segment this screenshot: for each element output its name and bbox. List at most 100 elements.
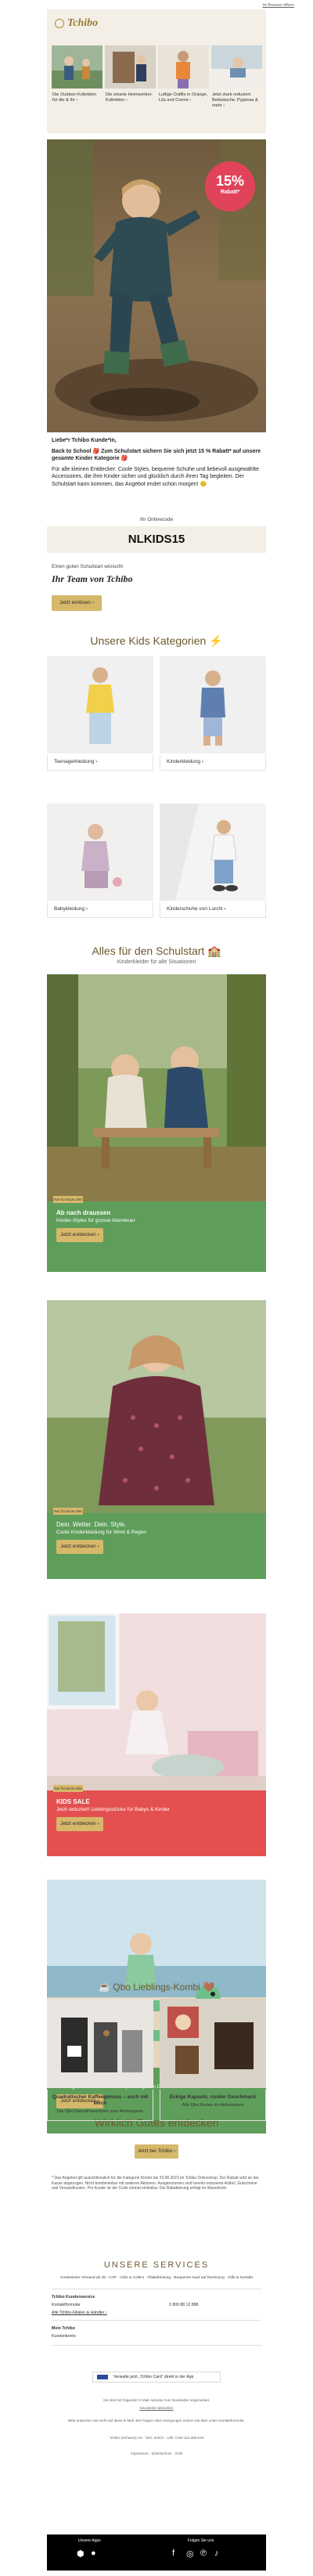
my-tchibo-heading: Mein Tchibo bbox=[52, 2326, 75, 2331]
tchibo-logo-icon bbox=[55, 19, 64, 28]
promo-code: NLKIDS15 bbox=[47, 526, 266, 553]
combi-label: Quadratischer Kaffeegenuss – auch mit Mi… bbox=[47, 2090, 153, 2121]
promo-image bbox=[47, 1300, 266, 1513]
promo-card-sale[interactable]: Nur für kurze Zeit KIDS SALE Jetzt reduz… bbox=[47, 1613, 266, 1856]
kids-clothing-photo bbox=[160, 656, 266, 753]
legal-line: Tchibo (Schweiz) AG · Sitz: Zürich · UID… bbox=[109, 2436, 204, 2440]
promo-discover-button[interactable]: Jetzt entdecken › bbox=[56, 1540, 103, 1554]
divider bbox=[52, 2345, 261, 2346]
combi-label-title: Quadratischer Kaffeegenuss – auch mit Mi… bbox=[52, 2094, 149, 2106]
code-label: Ihr Onlinecode bbox=[139, 517, 174, 522]
promo-tag: Nur für kurze Zeit bbox=[53, 1785, 83, 1792]
header-category-tools[interactable]: Die smarte Heimwerker-Kollektion › bbox=[105, 45, 156, 121]
promo-title: Ab nach draussen bbox=[56, 1209, 111, 1216]
intro-line-1: Back to School 🎒 Zum Schulstart sichern … bbox=[52, 448, 261, 462]
discount-label: Rabatt* bbox=[220, 190, 240, 195]
contact-row: Kontaktformular 0 800 88 12 888 bbox=[52, 2303, 261, 2307]
rain-jacket-photo bbox=[47, 1300, 266, 1513]
kids-category-label: Babykleidung › bbox=[47, 902, 153, 918]
header-category-label: Die smarte Heimwerker-Kollektion › bbox=[106, 92, 153, 103]
header-category-sale[interactable]: Jetzt stark reduziert: Bettwäsche, Pyjam… bbox=[211, 45, 262, 121]
promo-text: Coole Kinderkleidung für Wind & Regen bbox=[56, 1530, 146, 1535]
divider bbox=[52, 2320, 261, 2321]
hero-image[interactable]: 15% Rabatt* bbox=[47, 139, 266, 432]
header-category-label: Jetzt stark reduziert: Bettwäsche, Pyjam… bbox=[212, 92, 258, 108]
kids-category-baby[interactable]: Babykleidung › bbox=[47, 804, 153, 918]
kids-categories-title: Unsere Kids Kategorien ⚡ bbox=[90, 634, 223, 647]
open-in-browser-link[interactable]: Im Browser öffnen bbox=[263, 3, 294, 8]
android-icon[interactable]: ⬢ bbox=[77, 2549, 85, 2559]
tchibo-card-icon bbox=[97, 2375, 108, 2379]
category-photo-icon bbox=[105, 45, 156, 89]
outdoor-kids-photo bbox=[47, 974, 266, 1201]
header-category-outdoor[interactable]: Die Outdoor-Kollektion für die & Ihr › bbox=[52, 45, 103, 121]
unsubscribe-link[interactable]: Newsletter abmelden bbox=[47, 2406, 266, 2411]
combi-label-title: Eckige Kapseln, runder Geschmack bbox=[169, 2094, 257, 2100]
tchibo-logo[interactable]: Tchibo bbox=[55, 17, 117, 31]
promo-image bbox=[47, 1613, 266, 1790]
kids-category-teen[interactable]: Teenagerkleidung › bbox=[47, 656, 153, 771]
kids-shoes-photo bbox=[160, 804, 266, 901]
promo-title: Dein. Wetter. Dein. Style. bbox=[56, 1521, 127, 1528]
stores-link[interactable]: Alle Tchibo-Filialen & Händler › bbox=[52, 2310, 261, 2315]
category-photo-icon bbox=[158, 45, 209, 89]
contact-form-link[interactable]: Kontaktformular bbox=[52, 2303, 81, 2307]
legal-links[interactable]: Impressum · Datenschutz · AGB bbox=[47, 2451, 266, 2456]
facebook-icon[interactable]: f bbox=[172, 2549, 174, 2558]
combi-card[interactable]: Quadratischer Kaffeegenuss – auch mit Mi… bbox=[47, 1999, 153, 2121]
promo-body: KIDS SALE Jetzt reduziert! Lieblingsstüc… bbox=[47, 1790, 266, 1856]
promo-card-outdoor[interactable]: Nur für kurze Zeit Ab nach draussen Kind… bbox=[47, 974, 266, 1272]
promo-title: KIDS SALE bbox=[56, 1798, 90, 1805]
footer-bar: Unsere Apps Folgen Sie uns ⬢ ● f ◎ ℗ ♪ bbox=[47, 2534, 266, 2571]
phone-number[interactable]: 0 800 88 12 888 bbox=[169, 2303, 199, 2307]
closing-text: Einen guten Schulstart wünscht bbox=[52, 564, 124, 569]
combi-label: Eckige Kapseln, runder Geschmack Alle Qbo… bbox=[160, 2090, 266, 2121]
category-photo-icon bbox=[52, 45, 103, 89]
combi-label-sub: Alle Qbo Sorten im Aktionspreis bbox=[182, 2103, 244, 2108]
kids-category-label: Kinderschuhe von Lurchi › bbox=[160, 902, 266, 918]
discount-badge: 15% Rabatt* bbox=[205, 161, 255, 211]
promo-card-weather[interactable]: Nur für kurze Zeit Dein. Wetter. Dein. S… bbox=[47, 1300, 266, 1579]
tchibo-shop-button[interactable]: Jetzt bei Tchibo › bbox=[135, 2144, 178, 2159]
legal-line: Bitte antworten Sie nicht auf diese E-Ma… bbox=[68, 2419, 245, 2422]
legal-line: Sie sind mit folgender E-Mail-Adresse zu… bbox=[103, 2398, 210, 2402]
tiktok-icon[interactable]: ♪ bbox=[214, 2549, 219, 2558]
coffee-machine-photo bbox=[47, 1999, 153, 2088]
kids-category-label: Teenagerkleidung › bbox=[47, 755, 153, 771]
header-category-outfits[interactable]: Luftige Outfits in Orange, Lila und Crem… bbox=[158, 45, 209, 121]
app-banner[interactable]: Verwalte jetzt „Tchibo Card“ direkt in d… bbox=[92, 2372, 221, 2383]
coffee-capsules-photo bbox=[160, 1999, 266, 2088]
header-categories: Die Outdoor-Kollektion für die & Ihr › D… bbox=[52, 45, 262, 121]
promo-discover-button[interactable]: Jetzt entdecken › bbox=[56, 1228, 103, 1242]
kids-category-kids[interactable]: Kinderkleidung › bbox=[160, 656, 266, 771]
teen-clothing-photo bbox=[47, 656, 153, 753]
email-page: Im Browser öffnen Tchibo Die Outdoor-Kol… bbox=[0, 0, 313, 2576]
services-title: UNSERE SERVICES bbox=[103, 2260, 210, 2270]
category-photo-icon bbox=[211, 45, 262, 89]
signature: Ihr Team von Tchibo bbox=[52, 573, 133, 584]
promo-text: Jetzt reduziert! Lieblingsstücke für Bab… bbox=[56, 1807, 170, 1812]
services-links[interactable]: Kostenloser Versand ab 49.- CHF · Click … bbox=[47, 2276, 266, 2280]
combi-title: ☕ Qbo Lieblings-Kombi 🤎 bbox=[99, 1982, 214, 1993]
apple-icon[interactable]: ● bbox=[91, 2549, 96, 2558]
promo-tag: Nur für kurze Zeit bbox=[53, 1196, 83, 1203]
greeting: Liebe*r Tchibo Kunde*in, bbox=[52, 438, 117, 443]
discount-percent: 15% bbox=[215, 173, 245, 189]
promo-body: Dein. Wetter. Dein. Style. Coole Kinderk… bbox=[47, 1513, 266, 1579]
logo-text: Tchibo bbox=[67, 17, 99, 29]
promo-discover-button[interactable]: Jetzt entdecken › bbox=[56, 1817, 103, 1831]
combi-label-sub: Die Qbo Kapselmaschinen zum Aktionspreis bbox=[56, 2109, 144, 2114]
promo-body: Ab nach draussen Kinder-Styles für gross… bbox=[47, 1201, 266, 1272]
instagram-icon[interactable]: ◎ bbox=[186, 2549, 194, 2559]
header-category-label: Die Outdoor-Kollektion für die & Ihr › bbox=[52, 92, 97, 103]
header-category-label: Luftige Outfits in Orange, Lila und Crem… bbox=[159, 92, 208, 103]
header: Tchibo Die Outdoor-Kollektion für die & … bbox=[47, 9, 266, 133]
social-label: Folgen Sie uns bbox=[188, 2538, 214, 2543]
promo-text: Kinder-Styles für grosse Abenteuer bbox=[56, 1218, 135, 1223]
redeem-now-button[interactable]: Jetzt einlösen › bbox=[52, 595, 102, 611]
pinterest-icon[interactable]: ℗ bbox=[200, 2549, 207, 2558]
combi-card[interactable]: Eckige Kapseln, runder Geschmack Alle Qbo… bbox=[160, 1999, 266, 2121]
kids-sale-photo bbox=[47, 1613, 266, 1790]
kids-category-shoes[interactable]: Kinderschuhe von Lurchi › bbox=[160, 804, 266, 918]
account-link[interactable]: Kundenkonto bbox=[52, 2334, 261, 2339]
